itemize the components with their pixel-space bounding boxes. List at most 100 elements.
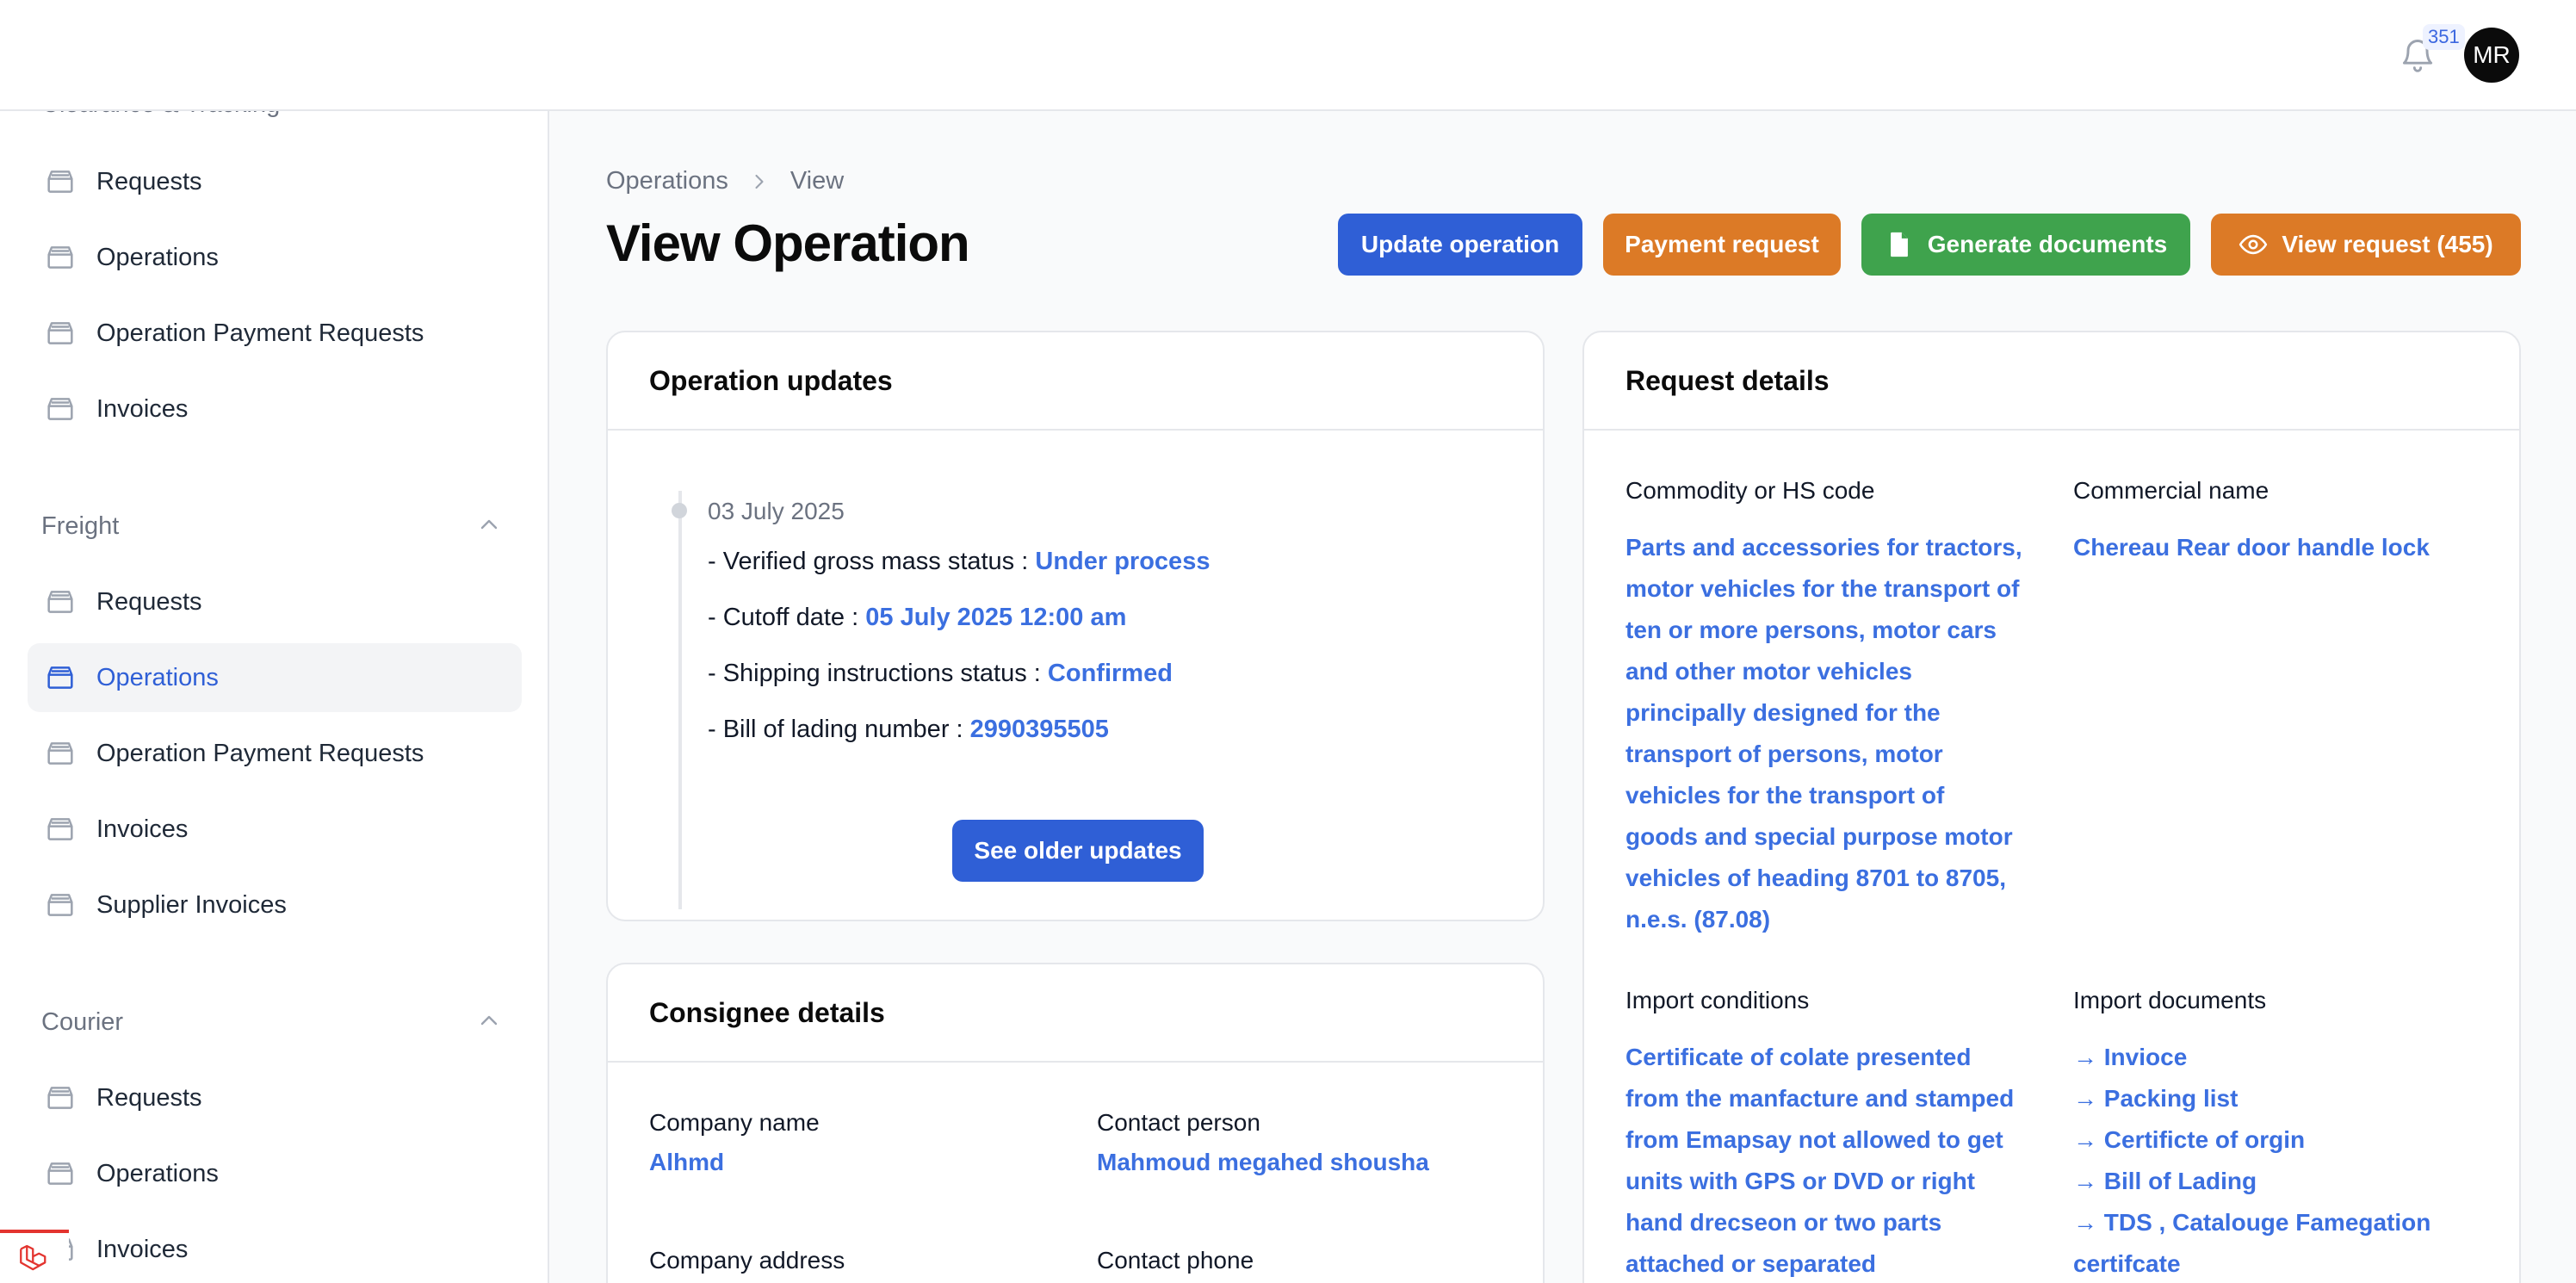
sidebar-item-label: Requests bbox=[96, 1083, 202, 1112]
company-address-label: Company address bbox=[649, 1247, 845, 1274]
inbox-icon bbox=[43, 736, 77, 771]
chevron-up-icon[interactable] bbox=[475, 1007, 503, 1034]
timeline-line bbox=[678, 491, 682, 909]
company-name-value: Alhmd bbox=[649, 1149, 725, 1175]
update-entry-value: 2990395505 bbox=[969, 716, 1109, 743]
sidebar-item-clearance-invoices[interactable]: Invoices bbox=[28, 375, 522, 443]
import-document-link[interactable]: → TDS , Catalouge Famegation bbox=[2073, 1202, 2504, 1243]
import-conditions-line: units with GPS or DVD or right bbox=[1625, 1168, 1975, 1194]
commodity-line: motor vehicles for the transport of bbox=[1625, 575, 2020, 602]
sidebar-item-courier-requests[interactable]: Requests bbox=[28, 1063, 522, 1132]
contact-phone-label: Contact phone bbox=[1097, 1247, 1254, 1274]
import-document-link[interactable]: → Packing list bbox=[2073, 1078, 2504, 1119]
contact-person-value: Mahmoud megahed shousha bbox=[1097, 1149, 1429, 1175]
sidebar: Clearance & Tracking Requests Operations… bbox=[0, 111, 549, 1283]
sidebar-group-label-clearance: Clearance & Tracking bbox=[41, 111, 280, 119]
sidebar-item-label: Invoices bbox=[96, 394, 189, 423]
inbox-icon bbox=[43, 888, 77, 922]
update-entry-label: - Shipping instructions status : bbox=[708, 660, 1041, 687]
see-older-updates-label: See older updates bbox=[974, 837, 1182, 864]
request-details-title: Request details bbox=[1584, 332, 2519, 431]
avatar[interactable]: MR bbox=[2464, 28, 2519, 83]
commodity-line: principally designed for the bbox=[1625, 699, 1941, 726]
sidebar-item-label: Operations bbox=[96, 243, 219, 271]
import-documents-list: → Invioce → Packing list → Certificte of… bbox=[2073, 1037, 2504, 1283]
update-entry: - Bill of lading number : 2990395505 bbox=[708, 716, 1109, 744]
sidebar-group-label-courier[interactable]: Courier bbox=[41, 1008, 123, 1037]
timeline-dot bbox=[672, 503, 687, 518]
sidebar-item-clearance-operations[interactable]: Operations bbox=[28, 223, 522, 292]
sidebar-item-label: Requests bbox=[96, 587, 202, 616]
sidebar-item-freight-invoices[interactable]: Invoices bbox=[28, 795, 522, 864]
sidebar-item-label: Requests bbox=[96, 167, 202, 195]
update-entry-value: Under process bbox=[1035, 548, 1211, 575]
sidebar-item-courier-invoices[interactable]: Invoices bbox=[28, 1215, 522, 1283]
commercial-name-value: Chereau Rear door handle lock bbox=[2073, 534, 2430, 561]
update-entry-value: Confirmed bbox=[1047, 660, 1173, 687]
import-conditions-line: Certificate of colate presented bbox=[1625, 1044, 1972, 1070]
consignee-details-card: Consignee details Company name Alhmd Con… bbox=[606, 963, 1545, 1283]
consignee-details-title: Consignee details bbox=[608, 964, 1543, 1063]
generate-documents-button[interactable]: Generate documents bbox=[1861, 214, 2190, 276]
sidebar-item-label: Operations bbox=[96, 663, 219, 691]
sidebar-item-clearance-requests[interactable]: Requests bbox=[28, 147, 522, 216]
chevron-right-icon bbox=[747, 170, 771, 194]
breadcrumb: Operations View bbox=[606, 167, 844, 195]
commodity-line: transport of persons, motor bbox=[1625, 741, 1943, 767]
notification-count-badge: 351 bbox=[2423, 24, 2465, 50]
update-entry: - Shipping instructions status : Confirm… bbox=[708, 660, 1173, 688]
inbox-icon bbox=[43, 585, 77, 619]
commodity-line: Parts and accessories for tractors, bbox=[1625, 534, 2022, 561]
sidebar-item-label: Invoices bbox=[96, 815, 189, 843]
sidebar-item-freight-requests[interactable]: Requests bbox=[28, 567, 522, 636]
update-operation-label: Update operation bbox=[1360, 231, 1560, 257]
commodity-line: vehicles for the transport of bbox=[1625, 782, 1945, 809]
company-name-label: Company name bbox=[649, 1109, 820, 1136]
generate-documents-label: Generate documents bbox=[1927, 231, 2168, 257]
sidebar-item-freight-supplier-invoices[interactable]: Supplier Invoices bbox=[28, 871, 522, 939]
inbox-icon bbox=[43, 812, 77, 846]
sidebar-item-freight-payment-requests[interactable]: Operation Payment Requests bbox=[28, 719, 522, 788]
import-document-link[interactable]: → Bill of Lading bbox=[2073, 1161, 2504, 1202]
inbox-icon bbox=[43, 1156, 77, 1191]
breadcrumb-operations-link[interactable]: Operations bbox=[606, 167, 728, 195]
import-document-link[interactable]: certifcate bbox=[2073, 1243, 2504, 1283]
update-entry-label: - Bill of lading number : bbox=[708, 716, 963, 743]
sidebar-item-label: Invoices bbox=[96, 1235, 189, 1263]
payment-request-button[interactable]: Payment request bbox=[1603, 214, 1841, 276]
commercial-name-label: Commercial name bbox=[2073, 477, 2269, 504]
page-title: View Operation bbox=[606, 214, 970, 272]
sidebar-item-courier-operations[interactable]: Operations bbox=[28, 1139, 522, 1208]
breadcrumb-current: View bbox=[790, 167, 845, 195]
laravel-logo-icon[interactable] bbox=[0, 1230, 69, 1283]
import-documents-label: Import documents bbox=[2073, 987, 2267, 1013]
commodity-line: vehicles of heading 8701 to 8705, bbox=[1625, 865, 2006, 891]
import-document-link[interactable]: → Invioce bbox=[2073, 1037, 2504, 1078]
request-details-card: Request details Commodity or HS code Par… bbox=[1582, 331, 2521, 1283]
payment-request-label: Payment request bbox=[1625, 231, 1819, 257]
contact-person-label: Contact person bbox=[1097, 1109, 1260, 1136]
view-request-button[interactable]: View request (455) bbox=[2211, 214, 2521, 276]
view-request-label: View request (455) bbox=[2282, 231, 2493, 257]
update-entry-value: 05 July 2025 12:00 am bbox=[865, 604, 1127, 631]
update-entry: - Cutoff date : 05 July 2025 12:00 am bbox=[708, 604, 1126, 632]
commodity-label: Commodity or HS code bbox=[1625, 477, 1875, 504]
update-operation-button[interactable]: Update operation bbox=[1338, 214, 1582, 276]
update-entry-label: - Verified gross mass status : bbox=[708, 548, 1029, 575]
inbox-icon bbox=[43, 660, 77, 695]
update-entry: - Verified gross mass status : Under pro… bbox=[708, 548, 1210, 576]
see-older-updates-button[interactable]: See older updates bbox=[952, 820, 1204, 882]
sidebar-group-label-freight[interactable]: Freight bbox=[41, 512, 119, 541]
chevron-up-icon[interactable] bbox=[475, 511, 503, 538]
import-conditions-line: from Emapsay not allowed to get bbox=[1625, 1126, 2003, 1153]
operation-updates-card: Operation updates 03 July 2025 - Verifie… bbox=[606, 331, 1545, 921]
import-conditions-value: Certificate of colate presented from the… bbox=[1625, 1037, 2056, 1283]
update-entry-label: - Cutoff date : bbox=[708, 604, 859, 631]
inbox-icon bbox=[43, 240, 77, 275]
sidebar-item-clearance-payment-requests[interactable]: Operation Payment Requests bbox=[28, 299, 522, 368]
import-document-link[interactable]: → Certificte of orgin bbox=[2073, 1119, 2504, 1161]
sidebar-item-freight-operations[interactable]: Operations bbox=[28, 643, 522, 712]
inbox-icon bbox=[43, 164, 77, 199]
eye-icon bbox=[2239, 230, 2268, 259]
sidebar-item-label: Operation Payment Requests bbox=[96, 739, 424, 767]
